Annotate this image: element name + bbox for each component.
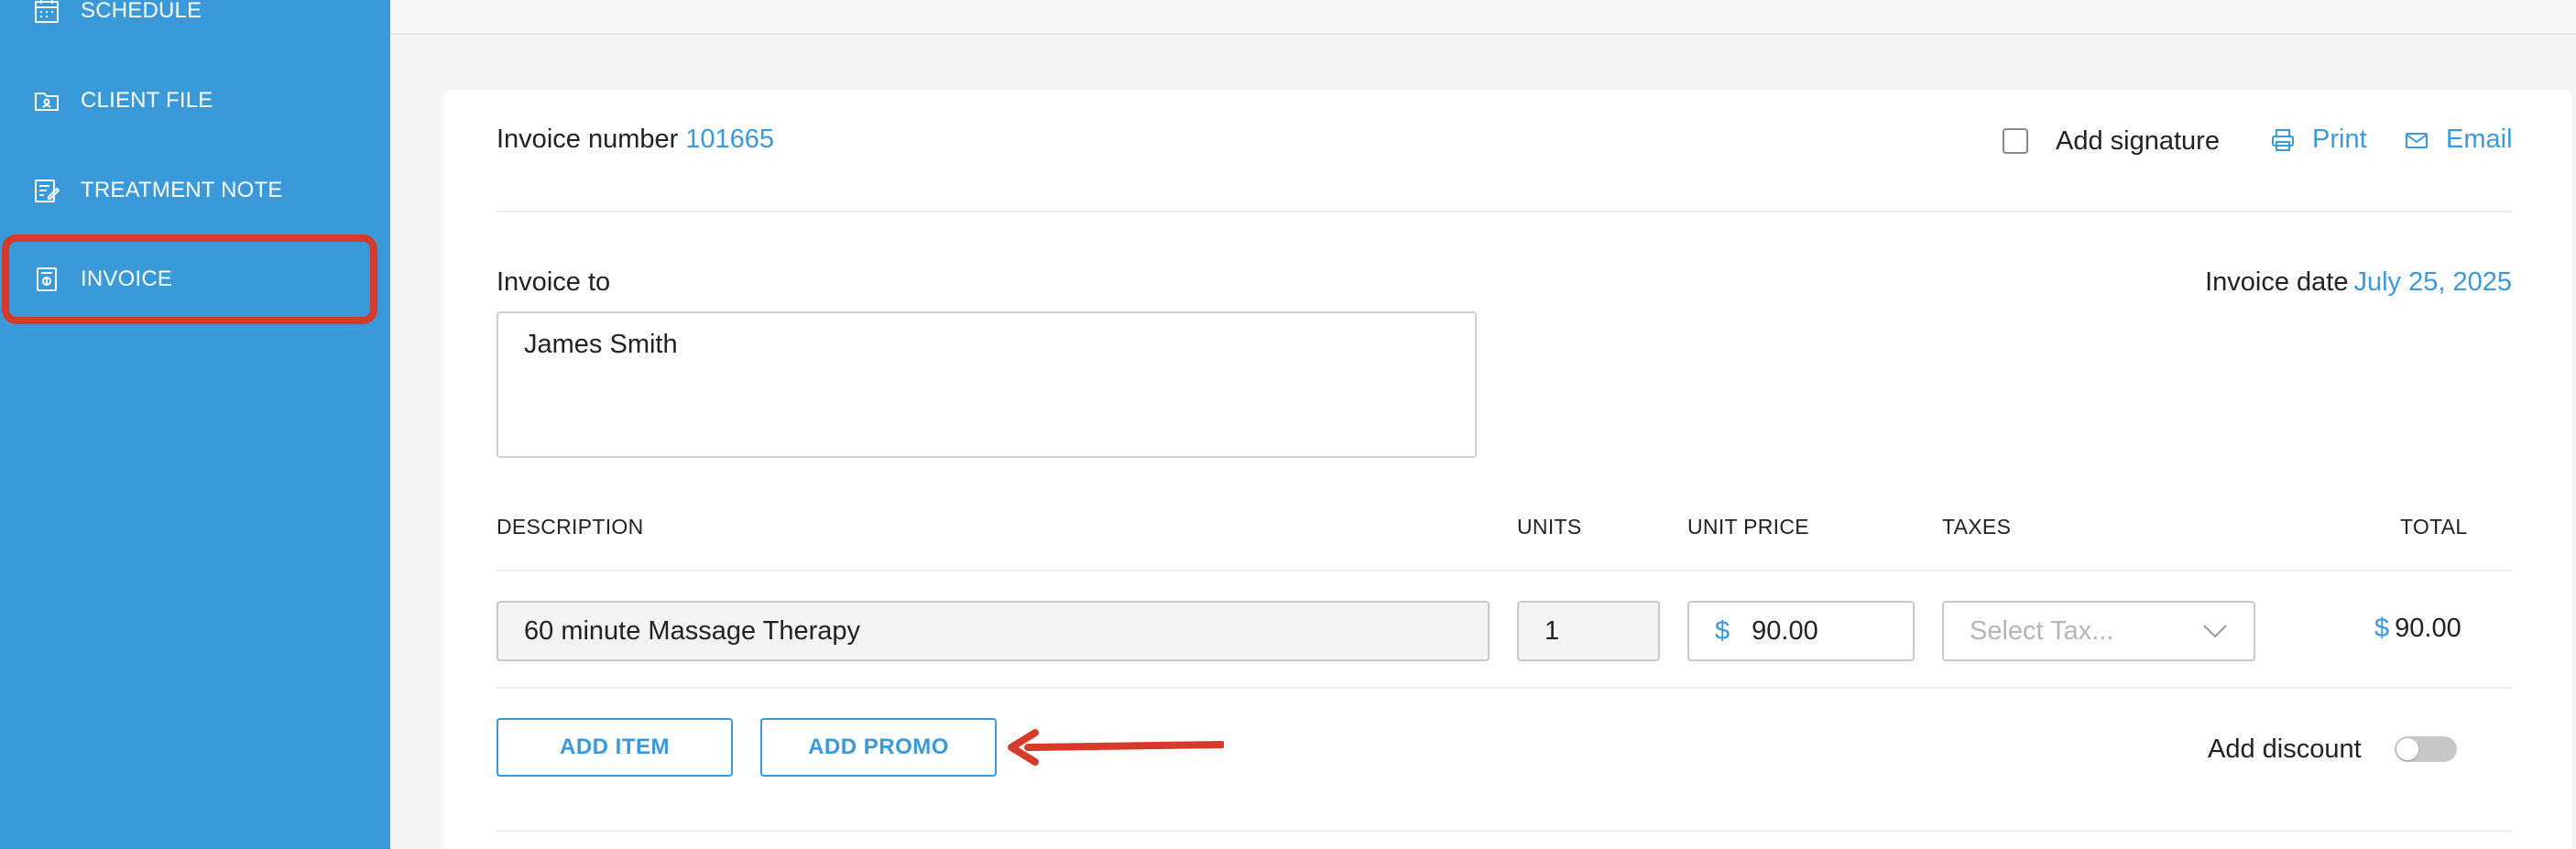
currency-symbol: $ bbox=[1715, 615, 1730, 646]
invoice-number-label: Invoice number bbox=[497, 125, 679, 154]
divider bbox=[497, 211, 2512, 212]
sidebar-item-label: CLIENT FILE bbox=[81, 88, 213, 113]
currency-symbol: $ bbox=[2374, 614, 2390, 643]
item-unit-price-field[interactable]: $ 90.00 bbox=[1687, 601, 1915, 661]
email-label: Email bbox=[2446, 125, 2513, 154]
sidebar-item-client-file[interactable]: CLIENT FILE bbox=[0, 57, 390, 145]
toggle-knob bbox=[2396, 738, 2418, 760]
divider bbox=[497, 830, 2512, 832]
item-description-field[interactable]: 60 minute Massage Therapy bbox=[497, 601, 1490, 661]
divider bbox=[497, 687, 2512, 689]
sidebar: SCHEDULE CLIENT FILE TREATMENT NOTE INVO… bbox=[0, 0, 390, 849]
invoice-date: Invoice date July 25, 2025 bbox=[2205, 267, 2512, 298]
invoice-date-label: Invoice date bbox=[2205, 267, 2349, 297]
column-header-total: TOTAL bbox=[2400, 515, 2468, 539]
active-item-highlight bbox=[2, 234, 377, 324]
chevron-down-icon bbox=[2203, 625, 2227, 638]
add-signature-label[interactable]: Add signature bbox=[2056, 126, 2220, 157]
invoice-to-label: Invoice to bbox=[497, 267, 611, 297]
sidebar-item-label: SCHEDULE bbox=[81, 0, 202, 23]
item-total-value: 90.00 bbox=[2395, 614, 2461, 643]
invoice-date-value[interactable]: July 25, 2025 bbox=[2353, 267, 2512, 297]
envelope-icon bbox=[2406, 132, 2428, 148]
column-header-unit-price: UNIT PRICE bbox=[1687, 515, 1809, 539]
annotation-arrow bbox=[1008, 729, 1224, 766]
add-promo-button[interactable]: ADD PROMO bbox=[760, 718, 997, 777]
item-units-field[interactable]: 1 bbox=[1517, 601, 1660, 661]
tax-select-placeholder: Select Tax... bbox=[1970, 615, 2114, 646]
print-button[interactable]: Print bbox=[2270, 125, 2367, 155]
column-header-units: UNITS bbox=[1517, 515, 1582, 539]
divider bbox=[497, 570, 2512, 571]
invoice-to-field[interactable]: James Smith bbox=[497, 311, 1477, 458]
invoice-number: Invoice number 101665 bbox=[497, 125, 774, 155]
email-button[interactable]: Email bbox=[2404, 125, 2513, 155]
print-label: Print bbox=[2312, 125, 2367, 154]
sidebar-item-schedule[interactable]: SCHEDULE bbox=[0, 0, 390, 55]
client-file-icon bbox=[33, 87, 60, 114]
sidebar-item-label: TREATMENT NOTE bbox=[81, 178, 283, 202]
unit-price-value: 90.00 bbox=[1752, 615, 1818, 646]
invoice-number-value[interactable]: 101665 bbox=[685, 125, 774, 154]
sidebar-item-treatment-note[interactable]: TREATMENT NOTE bbox=[0, 147, 390, 234]
printer-icon bbox=[2272, 128, 2294, 151]
top-bar bbox=[390, 0, 2576, 35]
add-signature-checkbox[interactable] bbox=[2003, 128, 2028, 154]
column-header-taxes: TAXES bbox=[1942, 515, 2012, 539]
add-discount-toggle[interactable] bbox=[2395, 736, 2457, 762]
calendar-icon bbox=[33, 0, 60, 25]
add-discount-label: Add discount bbox=[2208, 735, 2362, 764]
column-header-description: DESCRIPTION bbox=[497, 515, 644, 539]
add-item-button[interactable]: ADD ITEM bbox=[497, 718, 733, 777]
item-total: $90.00 bbox=[2374, 614, 2461, 644]
treatment-note-icon bbox=[33, 177, 60, 204]
tax-select[interactable]: Select Tax... bbox=[1942, 601, 2255, 661]
